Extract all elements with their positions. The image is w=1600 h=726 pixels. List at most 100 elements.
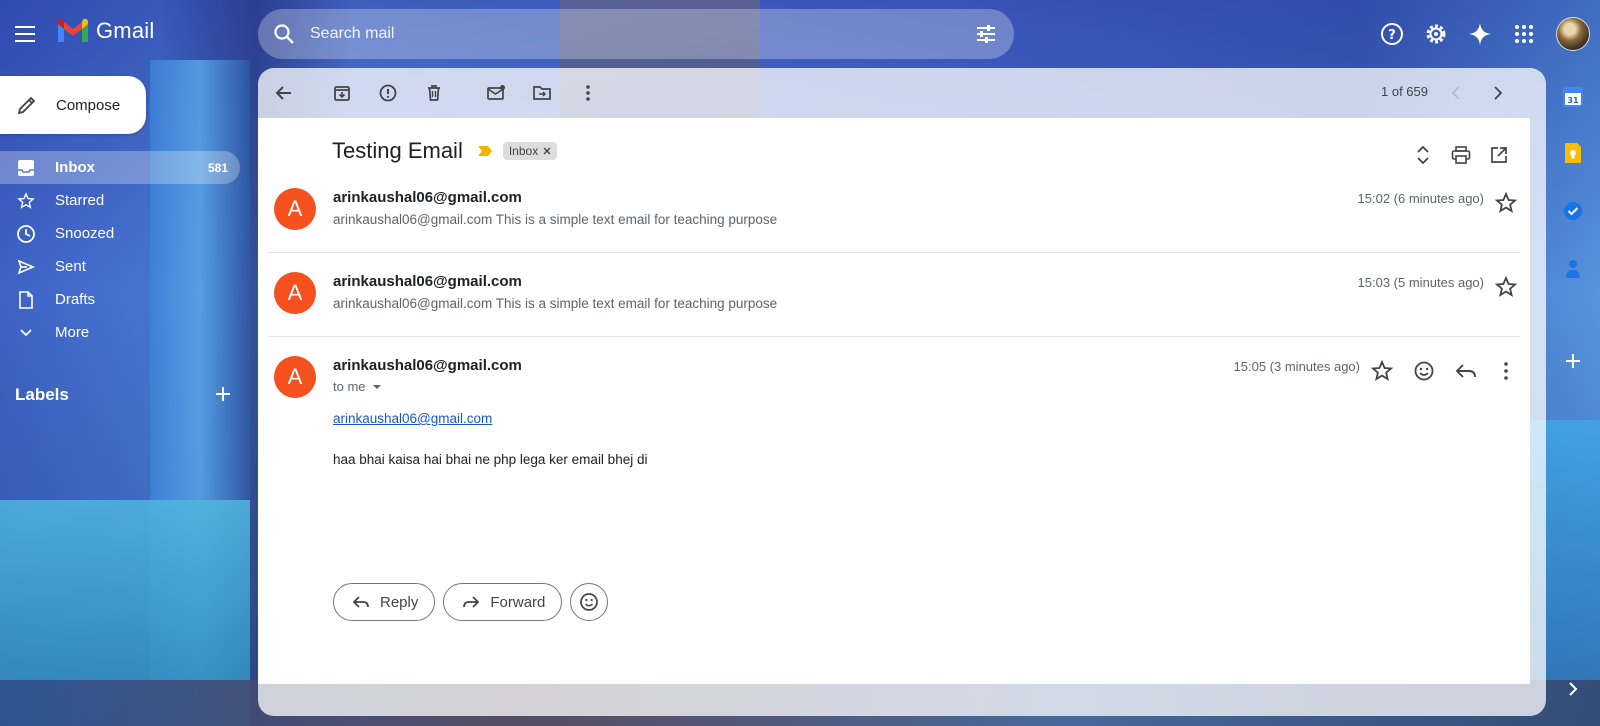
main-menu-button[interactable] <box>10 18 42 50</box>
hamburger-icon <box>15 26 35 42</box>
gemini-button[interactable] <box>1460 14 1500 54</box>
archive-button[interactable] <box>322 73 362 113</box>
mark-unread-button[interactable] <box>476 73 516 113</box>
move-to-button[interactable] <box>522 73 562 113</box>
chevron-right-icon <box>1569 682 1578 696</box>
delete-button[interactable] <box>414 73 454 113</box>
get-addons-button[interactable] <box>1562 350 1584 372</box>
send-icon <box>16 257 36 277</box>
subject-actions <box>1404 140 1518 170</box>
recipient-details-toggle[interactable]: to me <box>333 379 382 394</box>
star-icon <box>16 191 36 211</box>
star-icon[interactable] <box>1370 359 1394 383</box>
importance-marker-icon[interactable] <box>477 145 493 157</box>
compose-button[interactable]: Compose <box>0 76 146 134</box>
remove-label-button[interactable] <box>543 144 551 158</box>
newer-button[interactable] <box>1436 73 1476 113</box>
print-button[interactable] <box>1442 140 1480 170</box>
thread-message-collapsed[interactable]: A arinkaushal06@gmail.com arinkaushal06@… <box>258 270 1530 352</box>
contacts-icon <box>1566 260 1580 278</box>
search-icon[interactable] <box>272 22 296 46</box>
message-snippet: arinkaushal06@gmail.com This is a simple… <box>333 212 778 227</box>
sidebar-item-inbox[interactable]: Inbox 581 <box>0 151 240 184</box>
account-avatar[interactable] <box>1556 17 1590 51</box>
message-divider <box>268 252 1520 253</box>
inbox-label-chip: Inbox <box>502 142 558 160</box>
inbox-icon <box>16 158 36 178</box>
apps-button[interactable] <box>1504 14 1544 54</box>
archive-icon <box>334 86 350 101</box>
more-options-button[interactable] <box>568 73 608 113</box>
keep-icon <box>1565 143 1581 163</box>
emoji-react-button[interactable] <box>570 583 609 621</box>
expand-icon <box>1417 145 1429 165</box>
gmail-logo[interactable]: Gmail <box>56 18 154 44</box>
report-spam-button[interactable] <box>368 73 408 113</box>
sparkle-icon <box>1469 23 1491 45</box>
thread-message-collapsed[interactable]: A arinkaushal06@gmail.com arinkaushal06@… <box>258 186 1530 268</box>
more-vertical-icon <box>586 85 590 101</box>
star-icon[interactable] <box>1494 191 1518 215</box>
draft-icon <box>16 290 36 310</box>
expand-all-button[interactable] <box>1404 140 1442 170</box>
keep-app-button[interactable] <box>1562 142 1584 164</box>
sidebar-item-snoozed[interactable]: Snoozed <box>0 217 240 250</box>
svg-text:?: ? <box>1388 28 1396 43</box>
create-label-button[interactable] <box>215 382 231 408</box>
show-side-panel-button[interactable] <box>1562 678 1584 700</box>
sidebar-item-label: Drafts <box>55 291 96 308</box>
older-button[interactable] <box>1478 73 1518 113</box>
sidebar-item-label: More <box>55 324 90 341</box>
search-options-icon[interactable] <box>974 22 998 46</box>
chip-label: Inbox <box>508 144 539 158</box>
gmail-m-icon <box>58 18 88 42</box>
calendar-icon: 31 <box>1563 87 1583 107</box>
subject-row: Testing Email Inbox <box>332 138 558 164</box>
sidebar-item-more[interactable]: More <box>0 316 240 349</box>
sidebar-item-sent[interactable]: Sent <box>0 250 240 283</box>
help-button[interactable]: ? <box>1372 14 1412 54</box>
search-bar[interactable] <box>258 9 1014 59</box>
reply-actions: Reply Forward <box>333 583 609 621</box>
back-button[interactable] <box>264 73 304 113</box>
star-icon[interactable] <box>1494 275 1518 299</box>
tasks-app-button[interactable] <box>1562 200 1584 222</box>
thread-message-expanded: A arinkaushal06@gmail.com to me 15:05 (3… <box>258 354 1530 684</box>
plus-icon <box>1566 354 1580 368</box>
reply-button[interactable]: Reply <box>333 583 436 621</box>
message-body: haa bhai kaisa hai bhai ne php lega ker … <box>333 452 648 467</box>
message-time: 15:02 (6 minutes ago) <box>1357 191 1484 206</box>
open-new-window-button[interactable] <box>1480 140 1518 170</box>
sidebar-item-drafts[interactable]: Drafts <box>0 283 240 316</box>
close-icon <box>543 147 551 155</box>
side-panel: 31 <box>1552 70 1592 726</box>
app-title: Gmail <box>96 18 155 43</box>
chevron-down-icon <box>16 323 36 343</box>
compose-label: Compose <box>56 96 121 114</box>
emoji-reaction-icon[interactable] <box>1412 359 1436 383</box>
open-in-new-icon <box>1491 147 1507 163</box>
forward-button[interactable]: Forward <box>443 583 563 621</box>
trash-icon <box>428 85 440 101</box>
reply-label: Reply <box>380 593 419 611</box>
search-input[interactable] <box>310 25 930 43</box>
message-view-panel: 1 of 659 Testing Email Inbox A arinkaush… <box>258 68 1546 716</box>
more-vertical-icon[interactable] <box>1494 359 1518 383</box>
pagination-text: 1 of 659 <box>1381 84 1428 99</box>
calendar-app-button[interactable]: 31 <box>1562 86 1584 108</box>
body-email-link[interactable]: arinkaushal06@gmail.com <box>333 411 492 426</box>
sidebar-item-label: Snoozed <box>55 225 115 242</box>
message-divider <box>268 336 1520 337</box>
sidebar-nav: Inbox 581 Starred Snoozed Sent Drafts Mo… <box>0 151 240 349</box>
reply-icon[interactable] <box>1454 359 1478 383</box>
sidebar-item-label: Starred <box>55 192 105 209</box>
sender-email: arinkaushal06@gmail.com <box>333 357 522 374</box>
contacts-app-button[interactable] <box>1562 258 1584 280</box>
sidebar-item-starred[interactable]: Starred <box>0 184 240 217</box>
clock-icon <box>16 224 36 244</box>
print-icon <box>1451 146 1471 164</box>
help-icon: ? <box>1381 23 1403 45</box>
settings-button[interactable] <box>1416 14 1456 54</box>
top-bar: Gmail ? <box>0 0 1600 68</box>
labels-heading: Labels <box>15 385 69 404</box>
